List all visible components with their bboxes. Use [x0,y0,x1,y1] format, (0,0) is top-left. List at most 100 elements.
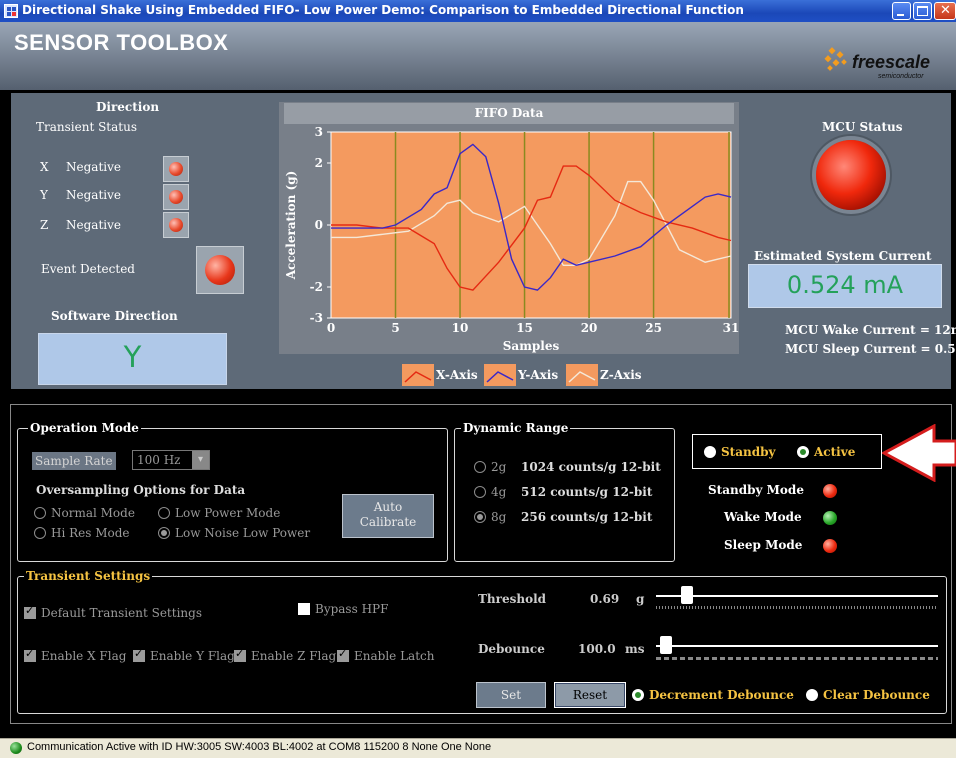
low-noise-low-power-option[interactable]: Low Noise Low Power [158,526,310,540]
range-8g-label: 8g [491,510,507,524]
auto-calibrate-button[interactable]: Auto Calibrate [342,494,434,538]
transient-status-label: Transient Status [36,120,137,134]
event-led-box [196,246,244,294]
dynamic-range-title: Dynamic Range [461,421,571,435]
y-tick-label: 3 [315,125,323,139]
active-option[interactable]: Active [797,445,855,459]
normal-mode-option[interactable]: Normal Mode [34,506,135,520]
enable-z-checkbox[interactable] [234,647,246,662]
range-8g-radio[interactable] [474,511,486,523]
logo-subtext: semiconductor [878,73,924,80]
z-status-led [169,218,183,232]
y-status-led [169,190,183,204]
arrow-pointer-icon [882,424,956,482]
close-button[interactable]: ✕ [934,2,956,20]
decrement-debounce-option[interactable]: Decrement Debounce [632,688,794,702]
wake-mode-label: Wake Mode [724,510,802,524]
range-2g-radio[interactable] [474,461,486,473]
enable-latch-checkbox[interactable] [337,647,349,662]
decrement-debounce-label: Decrement Debounce [649,688,794,702]
y-axis-status: Negative [66,188,121,202]
x-tick-label: 5 [391,321,399,335]
enable-latch-option[interactable]: Enable Latch [337,647,435,663]
chevron-down-icon[interactable]: ▾ [192,451,209,469]
title-bar[interactable]: Directional Shake Using Embedded FIFO- L… [0,0,956,22]
low-power-mode-radio[interactable] [158,507,170,519]
x-axis-label: X [40,160,49,174]
threshold-unit: g [636,592,645,606]
threshold-slider[interactable] [656,586,938,616]
standby-radio[interactable] [704,446,716,458]
legend-swatch-z [566,364,598,386]
range-2g-desc: 1024 counts/g 12-bit [521,460,661,474]
enable-x-option[interactable]: Enable X Flag [24,647,127,663]
debounce-slider-thumb[interactable] [660,636,672,654]
enable-x-checkbox[interactable] [24,647,36,662]
auto-calibrate-line1: Auto [373,500,403,514]
standby-mode-label: Standby Mode [708,483,804,497]
x-axis-status: Negative [66,160,121,174]
debounce-unit: ms [625,642,645,656]
clear-debounce-option[interactable]: Clear Debounce [806,688,930,702]
status-text: Communication Active with ID HW:3005 SW:… [27,741,492,753]
operation-mode-title: Operation Mode [28,421,141,435]
set-button[interactable]: Set [476,682,546,708]
low-noise-low-power-label: Low Noise Low Power [175,526,311,540]
legend-swatch-x [402,364,434,386]
fifo-chart: FIFO Data 0 5 10 15 20 25 31 3 2 0 -2 -3 Samples Acce… [279,102,739,354]
range-8g-option[interactable]: 8g [474,510,506,524]
freescale-logo: freescale semiconductor [822,42,952,90]
decrement-debounce-radio[interactable] [632,689,644,701]
z-axis-status: Negative [66,218,121,232]
low-noise-low-power-radio[interactable] [158,527,170,539]
range-2g-label: 2g [491,460,507,474]
wake-current-text: MCU Wake Current = 12mA [785,323,956,337]
hi-res-mode-option[interactable]: Hi Res Mode [34,526,130,540]
brand-title: SENSOR TOOLBOX [14,30,229,55]
bypass-hpf-checkbox[interactable] [298,603,310,615]
plot-area [330,131,732,319]
range-4g-desc: 512 counts/g 12-bit [521,485,653,499]
direction-heading: Direction [96,100,160,114]
low-power-mode-option[interactable]: Low Power Mode [158,506,280,520]
enable-y-checkbox[interactable] [133,647,145,662]
enable-y-option[interactable]: Enable Y Flag [133,647,235,663]
y-axis-label: Y [40,188,48,202]
mcu-status-label: MCU Status [822,120,903,134]
legend-label-x: X-Axis [436,368,478,382]
window-title: Directional Shake Using Embedded FIFO- L… [22,3,744,17]
bypass-hpf-option[interactable]: Bypass HPF [298,602,388,616]
mcu-status-led [816,140,886,210]
app-icon[interactable] [4,4,18,18]
clear-debounce-radio[interactable] [806,689,818,701]
standby-label: Standby [721,445,776,459]
enable-x-label: Enable X Flag [41,649,127,663]
wake-mode-led [823,511,837,525]
sample-rate-select[interactable]: 100 Hz ▾ [132,450,210,470]
event-led [205,255,235,285]
threshold-slider-thumb[interactable] [680,586,693,604]
hi-res-mode-radio[interactable] [34,527,46,539]
range-4g-option[interactable]: 4g [474,485,506,499]
default-transient-checkbox[interactable] [24,604,36,619]
standby-option[interactable]: Standby [704,445,775,459]
default-transient-option[interactable]: Default Transient Settings [24,604,202,620]
maximize-button[interactable] [913,2,932,20]
enable-z-option[interactable]: Enable Z Flag [234,647,336,663]
range-2g-option[interactable]: 2g [474,460,506,474]
legend-label-y: Y-Axis [518,368,559,382]
normal-mode-radio[interactable] [34,507,46,519]
sleep-mode-led [823,539,837,553]
debounce-slider[interactable] [656,636,938,666]
reset-button[interactable]: Reset [554,682,626,708]
range-4g-radio[interactable] [474,486,486,498]
active-radio[interactable] [797,446,809,458]
active-label: Active [814,445,856,459]
x-tick-label: 25 [645,321,662,335]
z-led-box [163,212,189,238]
sleep-current-text: MCU Sleep Current = 0.5mA [785,342,956,356]
bypass-hpf-label: Bypass HPF [315,602,389,616]
software-direction-value: Y [123,340,142,374]
enable-latch-label: Enable Latch [354,649,435,663]
minimize-button[interactable] [892,2,911,20]
